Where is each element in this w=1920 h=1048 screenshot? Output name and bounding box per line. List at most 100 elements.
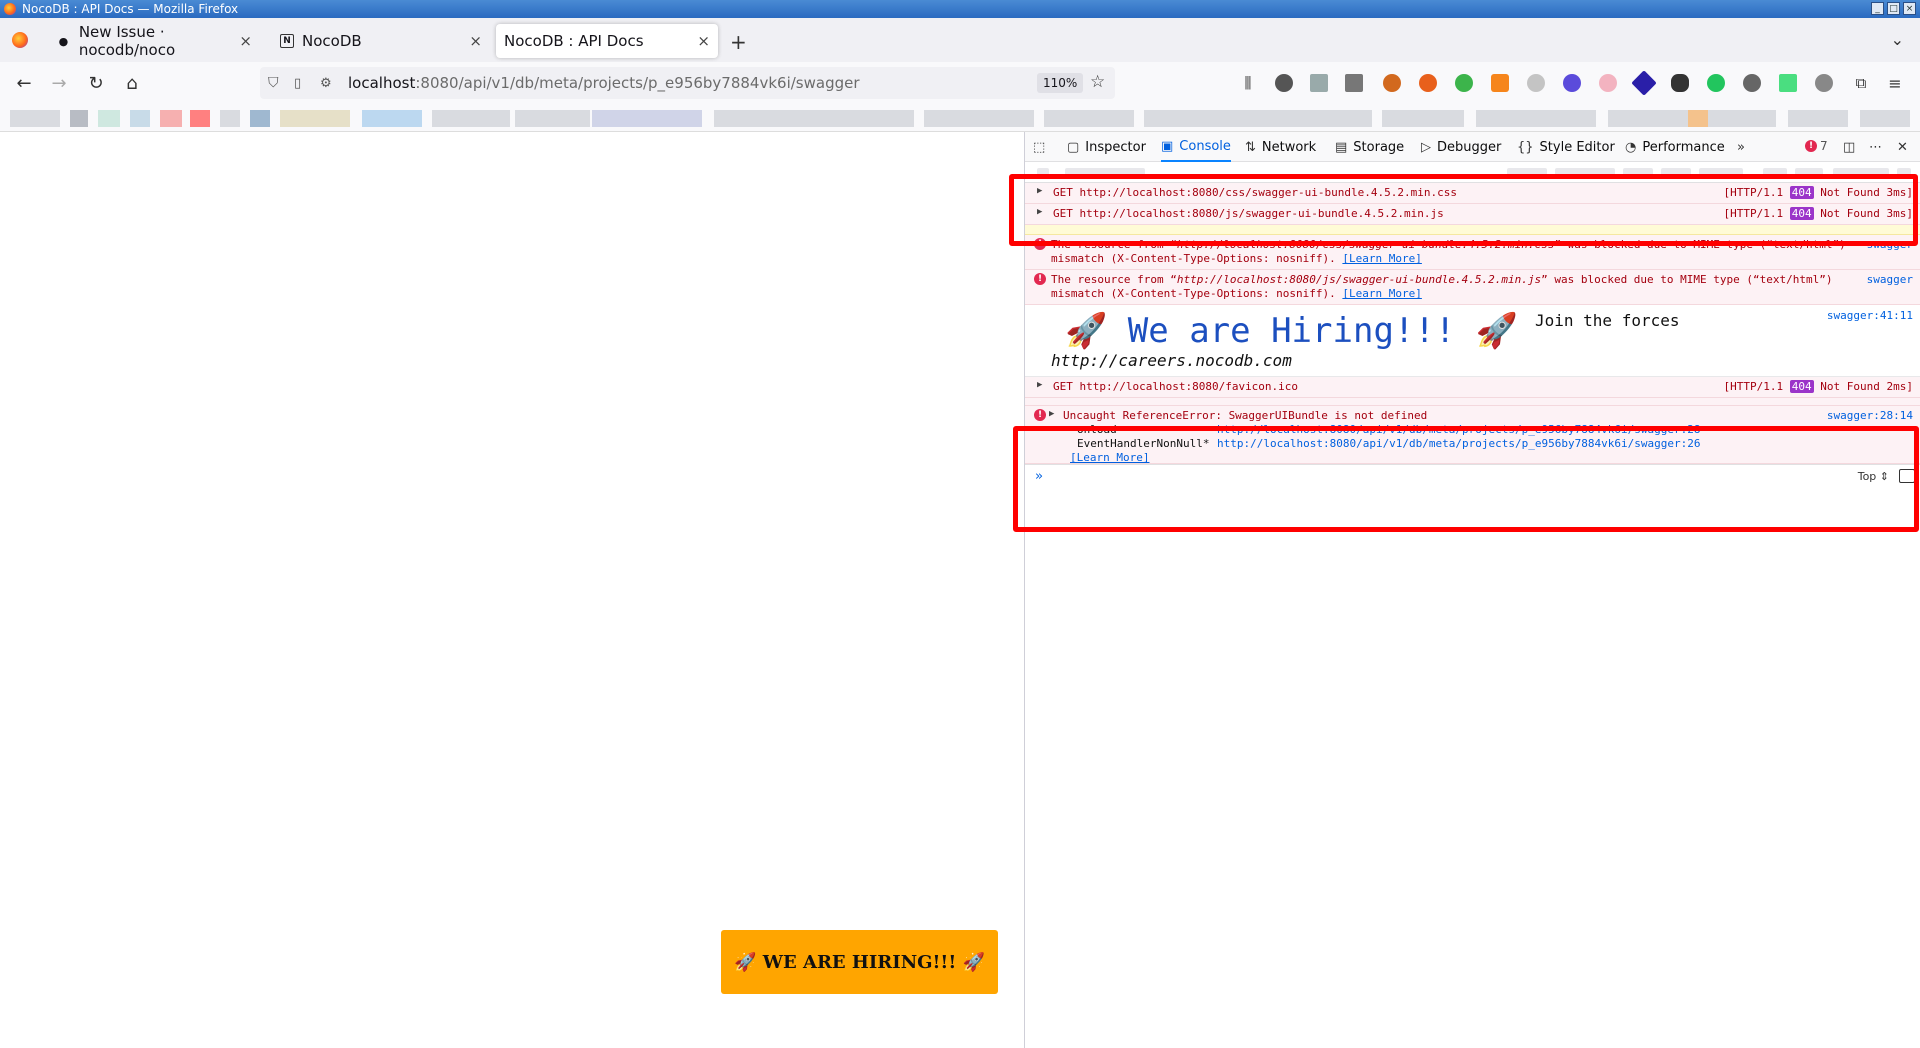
extension-image-icon[interactable] <box>1345 74 1363 92</box>
filter-output-input[interactable] <box>1065 168 1145 178</box>
extension-gear-icon[interactable] <box>1743 74 1761 92</box>
new-tab-icon[interactable]: + <box>730 30 747 54</box>
extension-circle-icon[interactable] <box>1563 74 1581 92</box>
firefox-view-icon[interactable] <box>12 32 28 48</box>
list-tabs-icon[interactable]: ⌄ <box>1891 30 1904 49</box>
network-request-row[interactable] <box>1025 398 1920 406</box>
filter-warnings[interactable] <box>1555 168 1615 178</box>
back-icon[interactable]: ← <box>12 71 36 95</box>
tab-nocodb[interactable]: N NocoDB × <box>272 24 490 58</box>
maximize-button[interactable]: □ <box>1887 2 1900 15</box>
metamask-icon[interactable] <box>1491 74 1509 92</box>
network-request-row[interactable]: ▶ GET http://localhost:8080/js/swagger-u… <box>1025 204 1920 225</box>
source-link[interactable]: swagger:28:14 <box>1827 409 1913 422</box>
permissions-icon[interactable]: ⚙ <box>320 76 332 91</box>
bookmark-item[interactable] <box>1860 110 1910 127</box>
forward-icon[interactable]: → <box>47 71 71 95</box>
bookmark-item[interactable] <box>1688 110 1708 127</box>
tab-performance[interactable]: ◔ Performance <box>1625 132 1725 162</box>
stack-location-link[interactable]: http://localhost:8080/api/v1/db/meta/pro… <box>1217 423 1700 436</box>
extension-sync-icon[interactable] <box>1707 74 1725 92</box>
url-text[interactable]: localhost:8080/api/v1/db/meta/projects/p… <box>348 74 860 92</box>
source-link[interactable]: swagger:41:11 <box>1827 309 1913 322</box>
tab-network[interactable]: ⇅ Network <box>1245 132 1316 162</box>
tab-api-docs[interactable]: NocoDB : API Docs × <box>496 24 718 58</box>
network-request-row[interactable]: ▶ GET http://localhost:8080/favicon.ico … <box>1025 377 1920 398</box>
bookmark-item[interactable] <box>515 110 590 127</box>
source-link[interactable]: swagger <box>1867 273 1913 286</box>
bookmark-item[interactable] <box>1274 110 1372 127</box>
bookmark-item[interactable] <box>592 110 702 127</box>
expand-arrow-icon[interactable]: ▶ <box>1037 186 1042 196</box>
error-count-badge[interactable]: ! 7 <box>1805 139 1828 153</box>
learn-more-link[interactable]: [Learn More] <box>1070 451 1149 464</box>
trash-icon[interactable] <box>1037 168 1049 178</box>
filter-errors[interactable] <box>1507 168 1547 178</box>
filter-xhr[interactable] <box>1795 168 1823 178</box>
filter-css[interactable] <box>1763 168 1787 178</box>
learn-more-link[interactable]: [Learn More] <box>1342 252 1421 265</box>
extension-a-icon[interactable] <box>1275 74 1293 92</box>
element-picker-icon[interactable]: ⬚ <box>1033 132 1051 162</box>
extension-cookie-icon[interactable] <box>1383 74 1401 92</box>
bookmark-item[interactable] <box>1382 110 1464 127</box>
home-icon[interactable]: ⌂ <box>120 71 144 95</box>
bookmark-item[interactable] <box>432 110 510 127</box>
extension-ball-icon[interactable] <box>1419 74 1437 92</box>
bookmark-item[interactable] <box>1788 110 1848 127</box>
bookmark-item[interactable] <box>1718 110 1776 127</box>
bookmark-item[interactable] <box>1476 110 1596 127</box>
filter-info[interactable] <box>1661 168 1691 178</box>
console-settings-icon[interactable] <box>1897 168 1911 178</box>
tab-style-editor[interactable]: {} Style Editor <box>1517 132 1615 162</box>
learn-more-link[interactable]: [Learn More] <box>1342 287 1421 300</box>
reload-icon[interactable]: ↻ <box>84 71 108 95</box>
tracking-shield-icon[interactable]: ⛉ <box>268 75 279 91</box>
devtools-menu-icon[interactable]: ⋯ <box>1869 132 1888 162</box>
bookmark-item[interactable] <box>190 110 210 127</box>
bookmark-item[interactable] <box>98 110 120 127</box>
bookmark-item[interactable] <box>1144 110 1274 127</box>
extension-link-icon[interactable] <box>1599 74 1617 92</box>
bookmark-item[interactable] <box>250 110 270 127</box>
extension-green-icon[interactable] <box>1455 74 1473 92</box>
app-menu-icon[interactable]: ≡ <box>1883 71 1907 95</box>
stack-location-link[interactable]: http://localhost:8080/api/v1/db/meta/pro… <box>1217 437 1700 450</box>
tab-storage[interactable]: ▤ Storage <box>1335 132 1404 162</box>
close-tab-icon[interactable]: × <box>697 32 710 50</box>
tab-debugger[interactable]: ▷ Debugger <box>1421 132 1501 162</box>
dock-side-icon[interactable]: ◫ <box>1843 132 1861 162</box>
close-tab-icon[interactable]: × <box>469 32 482 50</box>
close-window-button[interactable]: × <box>1903 2 1916 15</box>
zoom-level[interactable]: 110% <box>1037 73 1084 93</box>
bookmark-item[interactable] <box>362 110 422 127</box>
bookmark-item[interactable] <box>924 110 1034 127</box>
network-request-row[interactable]: ▶ GET http://localhost:8080/css/swagger-… <box>1025 183 1920 204</box>
bookmark-item[interactable] <box>1044 110 1134 127</box>
bookmark-item[interactable] <box>130 110 150 127</box>
url-bar[interactable]: ⛉ ▯ ⚙ localhost:8080/api/v1/db/meta/proj… <box>260 67 1115 99</box>
extension-globe-icon[interactable] <box>1815 74 1833 92</box>
minimize-button[interactable]: _ <box>1871 2 1884 15</box>
expand-arrow-icon[interactable]: ▶ <box>1049 409 1054 419</box>
context-selector[interactable]: Top ⇕ <box>1858 470 1889 483</box>
console-input[interactable]: » Top ⇕ <box>1025 464 1920 488</box>
bookmark-item[interactable] <box>280 110 350 127</box>
extension-diamond-icon[interactable] <box>1631 70 1657 96</box>
extension-v-icon[interactable] <box>1310 74 1328 92</box>
filter-requests[interactable] <box>1833 168 1889 178</box>
editor-toggle-icon[interactable] <box>1899 469 1915 483</box>
bookmark-item[interactable] <box>714 110 914 127</box>
close-devtools-icon[interactable]: ✕ <box>1897 132 1914 162</box>
bookmark-item[interactable] <box>70 110 88 127</box>
extension-hat-icon[interactable] <box>1671 74 1689 92</box>
bookmark-item[interactable] <box>220 110 240 127</box>
bookmark-star-icon[interactable]: ☆ <box>1090 72 1105 92</box>
filter-debug[interactable] <box>1699 168 1743 178</box>
tab-console[interactable]: ▣ Console <box>1161 132 1231 162</box>
tab-github-issue[interactable]: ● New Issue · nocodb/noco × <box>48 23 260 59</box>
more-tools-icon[interactable]: » <box>1737 132 1751 162</box>
adblock-icon[interactable] <box>1527 74 1545 92</box>
bookmark-item[interactable] <box>160 110 182 127</box>
library-icon[interactable]: ⫼ <box>1236 71 1260 95</box>
